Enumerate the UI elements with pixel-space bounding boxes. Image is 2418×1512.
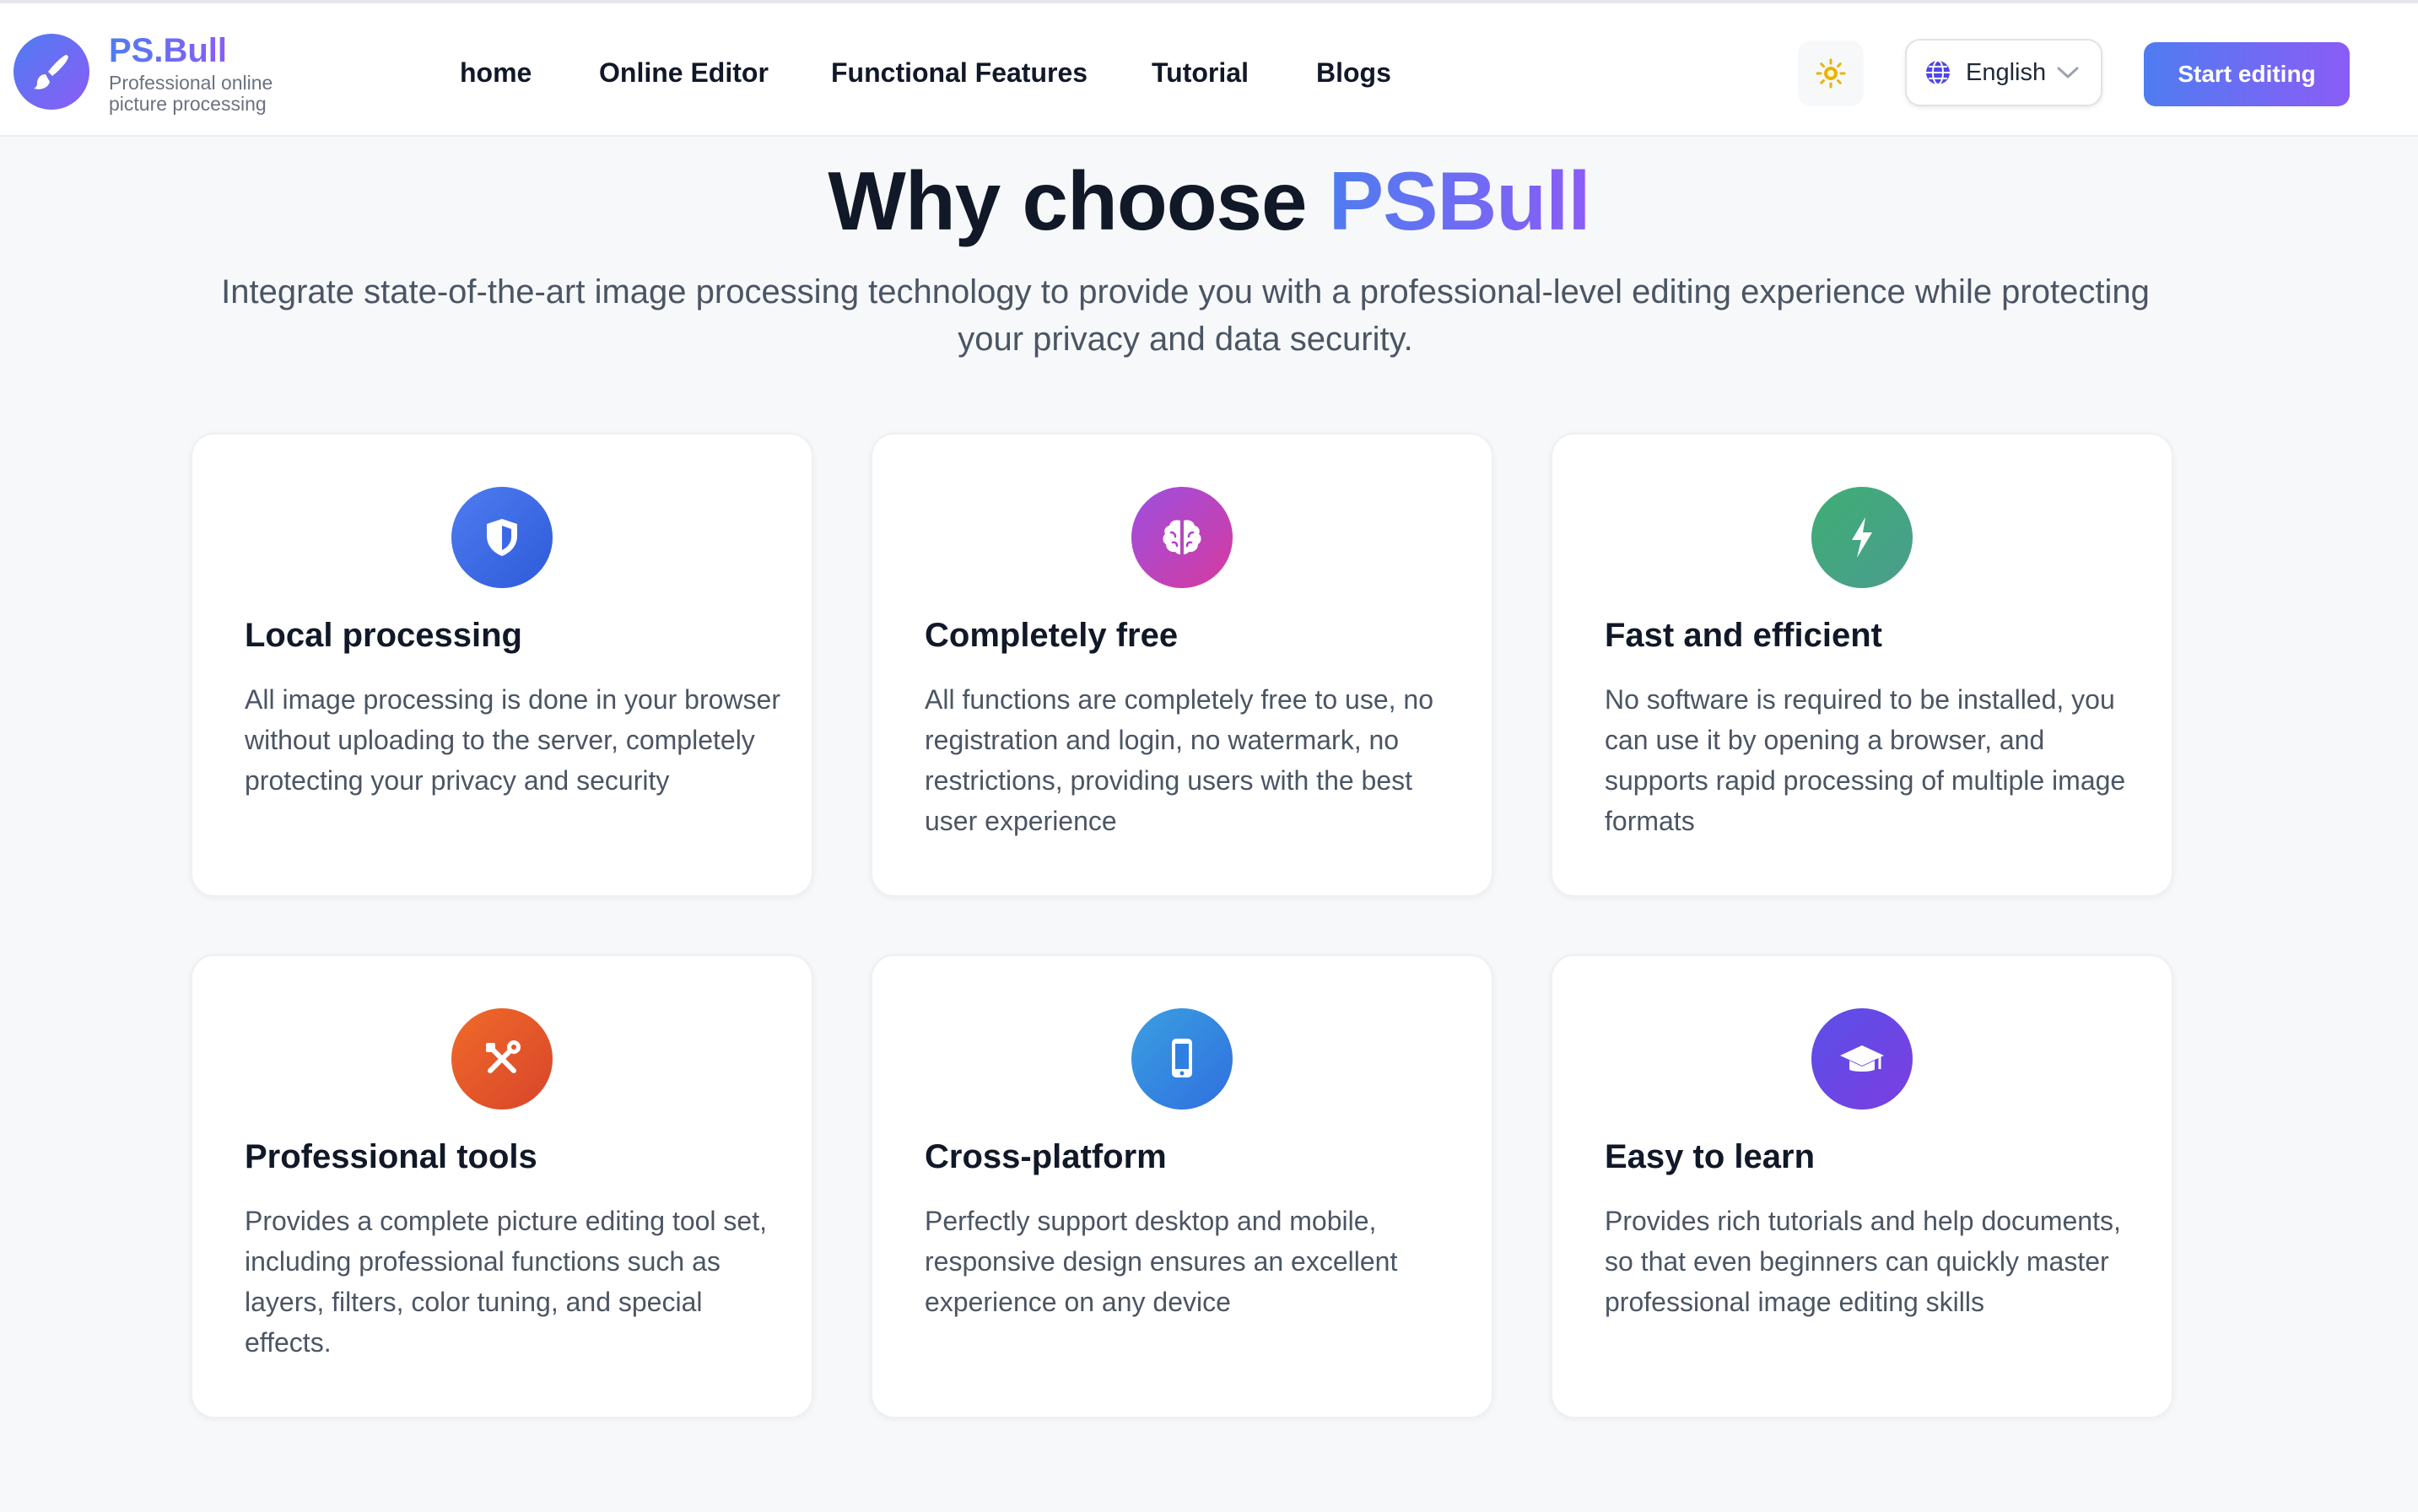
feature-card-completely-free: Completely free All functions are comple… — [871, 433, 1493, 897]
language-label: English — [1966, 58, 2047, 86]
sun-icon — [1816, 58, 1846, 89]
chevron-down-icon — [2057, 67, 2079, 78]
feature-card-fast-and-efficient: Fast and efficient No software is requir… — [1551, 433, 2173, 897]
nav-functional-features[interactable]: Functional Features — [831, 57, 1088, 89]
page-subtitle: Integrate state-of-the-art image process… — [221, 273, 2150, 358]
nav-tutorial[interactable]: Tutorial — [1152, 57, 1249, 89]
feature-title: Cross-platform — [925, 1138, 1167, 1175]
globe-icon — [1926, 60, 1950, 85]
nav-home[interactable]: home — [460, 57, 532, 89]
feature-title: Completely free — [925, 617, 1179, 654]
feature-description: All image processing is done in your bro… — [245, 684, 780, 796]
feature-title: Easy to learn — [1605, 1138, 1816, 1175]
feature-card-cross-platform: Cross-platform Perfectly support desktop… — [871, 954, 1493, 1418]
feature-description: Perfectly support desktop and mobile, re… — [925, 1206, 1398, 1317]
feature-title: Professional tools — [245, 1138, 537, 1175]
feature-description: No software is required to be installed,… — [1605, 684, 2126, 836]
brand-tagline: Professional online picture processing — [109, 72, 273, 115]
feature-card-easy-to-learn: Easy to learn Provides rich tutorials an… — [1551, 954, 2173, 1418]
brand-name[interactable]: PS.Bull — [109, 32, 227, 70]
feature-description: Provides a complete picture editing tool… — [245, 1206, 767, 1358]
site-header: PS.Bull Professional online picture proc… — [0, 3, 2418, 137]
feature-title: Fast and efficient — [1605, 617, 1882, 654]
graduation-cap-icon — [1811, 1008, 1913, 1110]
mobile-icon — [1131, 1008, 1233, 1110]
tools-icon — [451, 1008, 553, 1110]
start-editing-button[interactable]: Start editing — [2144, 42, 2350, 106]
language-select[interactable]: English — [1905, 39, 2102, 106]
nav-blogs[interactable]: Blogs — [1316, 57, 1391, 89]
nav-online-editor[interactable]: Online Editor — [599, 57, 769, 89]
logo-brush-icon[interactable] — [13, 34, 89, 110]
feature-description: Provides rich tutorials and help documen… — [1605, 1206, 2121, 1317]
theme-toggle-button[interactable] — [1798, 40, 1864, 106]
shield-icon — [451, 487, 553, 588]
brain-icon — [1131, 487, 1233, 588]
feature-card-professional-tools: Professional tools Provides a complete p… — [191, 954, 813, 1418]
title-accent: PSBull — [1328, 154, 1591, 247]
feature-title: Local processing — [245, 617, 522, 654]
feature-card-local-processing: Local processing All image processing is… — [191, 433, 813, 897]
title-prefix: Why choose — [828, 154, 1307, 247]
lightning-icon — [1811, 487, 1913, 588]
page-title: Why choose PSBull — [0, 154, 2418, 249]
feature-description: All functions are completely free to use… — [925, 684, 1433, 836]
